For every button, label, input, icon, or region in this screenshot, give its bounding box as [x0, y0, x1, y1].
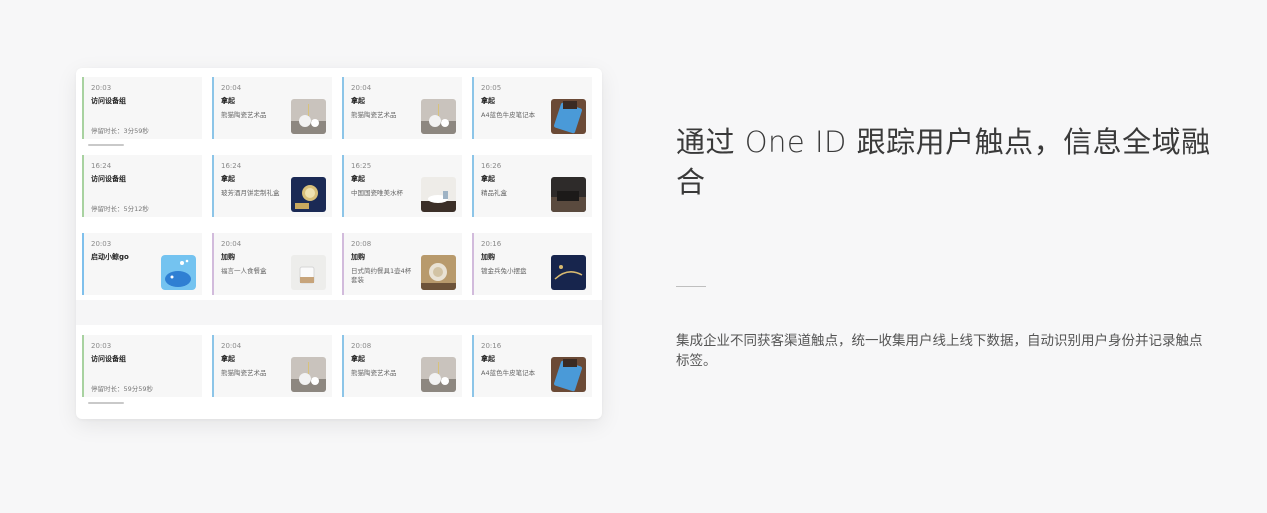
touchpoint-card[interactable]: 20:03 访问设备组 停留时长：3分59秒 [82, 77, 202, 139]
touchpoint-product: A4蓝色牛皮笔记本 [481, 111, 536, 119]
touchpoint-time: 16:26 [481, 162, 502, 170]
touchpoint-product: 镀金兵兔小摆盘 [481, 267, 527, 275]
touchpoint-time: 16:24 [221, 162, 242, 170]
touchpoint-time: 20:08 [351, 342, 372, 350]
timeline-row: 20:03 访问设备组 停留时长：59分59秒 20:04 拿起 熊猫陶瓷艺术品… [82, 335, 596, 397]
gift-box-image [551, 177, 586, 212]
timeline-row: 16:24 访问设备组 停留时长：5分12秒 16:24 拿起 玻芳酒月饼定制礼… [82, 155, 596, 217]
touchpoint-time: 20:08 [351, 240, 372, 248]
notebook-image [551, 357, 586, 392]
timeline-row: 20:03 访问设备组 停留时长：3分59秒 20:04 拿起 熊猫陶瓷艺术品 … [82, 77, 596, 139]
touchpoint-duration: 停留时长：59分59秒 [91, 385, 154, 393]
touchpoint-card[interactable]: 20:16 拿起 A4蓝色牛皮笔记本 [472, 335, 592, 397]
touchpoint-product: 福言一人食餐盒 [221, 267, 267, 275]
touchpoint-time: 20:04 [221, 240, 242, 248]
touchpoint-product: 中国国瓷唯美水杯 [351, 189, 403, 197]
touchpoint-time: 16:24 [91, 162, 112, 170]
panda-ceramic-image [291, 99, 326, 134]
touchpoint-card[interactable]: 20:08 加购 日式简约餐具1壶4杯套装 [342, 233, 462, 295]
row-separator [76, 300, 602, 325]
touchpoint-product: 熊猫陶瓷艺术品 [221, 111, 267, 119]
gold-plate-image [551, 255, 586, 290]
touchpoint-product: 熊猫陶瓷艺术品 [221, 369, 267, 377]
whale-app-icon [161, 255, 196, 290]
horizontal-scrollbar[interactable] [88, 402, 124, 404]
touchpoint-time: 20:03 [91, 84, 112, 92]
panda-ceramic-image [421, 99, 456, 134]
touchpoint-product: 精品礼盒 [481, 189, 507, 197]
touchpoint-card[interactable]: 16:25 拿起 中国国瓷唯美水杯 [342, 155, 462, 217]
touchpoint-action: 访问设备组 [91, 355, 126, 363]
touchpoint-time: 20:04 [221, 342, 242, 350]
lunch-box-image [291, 255, 326, 290]
touchpoint-card[interactable]: 20:04 加购 福言一人食餐盒 [212, 233, 332, 295]
tea-set-image [421, 255, 456, 290]
touchpoint-card[interactable]: 20:04 拿起 熊猫陶瓷艺术品 [342, 77, 462, 139]
touchpoint-time: 20:16 [481, 342, 502, 350]
touchpoint-product: 熊猫陶瓷艺术品 [351, 369, 397, 377]
touchpoint-time: 20:16 [481, 240, 502, 248]
timeline-row: 20:03 启动小鲸go 20:04 加购 福言一人食餐盒 20:08 加购 日… [82, 233, 596, 295]
touchpoint-card[interactable]: 20:05 拿起 A4蓝色牛皮笔记本 [472, 77, 592, 139]
teacup-image [421, 177, 456, 212]
touchpoint-card[interactable]: 20:03 访问设备组 停留时长：59分59秒 [82, 335, 202, 397]
touchpoint-time: 20:04 [351, 84, 372, 92]
touchpoint-card[interactable]: 20:03 启动小鲸go [82, 233, 202, 295]
touchpoint-time: 20:04 [221, 84, 242, 92]
touchpoint-card[interactable]: 20:08 拿起 熊猫陶瓷艺术品 [342, 335, 462, 397]
section-description: 集成企业不同获客渠道触点，统一收集用户线上线下数据，自动识别用户身份并记录触点标… [676, 333, 1203, 369]
panda-ceramic-image [291, 357, 326, 392]
touchpoint-action: 访问设备组 [91, 175, 126, 183]
touchpoint-duration: 停留时长：5分12秒 [91, 205, 149, 213]
touchpoint-card[interactable]: 16:24 访问设备组 停留时长：5分12秒 [82, 155, 202, 217]
touchpoint-duration: 停留时长：3分59秒 [91, 127, 149, 135]
notebook-image [551, 99, 586, 134]
touchpoint-card[interactable]: 20:16 加购 镀金兵兔小摆盘 [472, 233, 592, 295]
mooncake-box-image [291, 177, 326, 212]
touchpoint-card[interactable]: 20:04 拿起 熊猫陶瓷艺术品 [212, 335, 332, 397]
touchpoint-card[interactable]: 16:24 拿起 玻芳酒月饼定制礼盒 [212, 155, 332, 217]
horizontal-scrollbar[interactable] [88, 144, 124, 146]
touchpoint-time: 16:25 [351, 162, 372, 170]
touchpoint-timeline-panel: 20:03 访问设备组 停留时长：3分59秒 20:04 拿起 熊猫陶瓷艺术品 … [76, 68, 602, 419]
panda-ceramic-image [421, 357, 456, 392]
touchpoint-card[interactable]: 20:04 拿起 熊猫陶瓷艺术品 [212, 77, 332, 139]
heading-divider [676, 286, 706, 287]
touchpoint-product: 玻芳酒月饼定制礼盒 [221, 189, 280, 197]
touchpoint-product: A4蓝色牛皮笔记本 [481, 369, 536, 377]
touchpoint-time: 20:03 [91, 342, 112, 350]
touchpoint-action: 访问设备组 [91, 97, 126, 105]
touchpoint-product: 日式简约餐具1壶4杯套装 [351, 267, 412, 284]
touchpoint-product: 熊猫陶瓷艺术品 [351, 111, 397, 119]
touchpoint-time: 20:03 [91, 240, 112, 248]
touchpoint-card[interactable]: 16:26 拿起 精品礼盒 [472, 155, 592, 217]
section-heading: 通过 One ID 跟踪用户触点，信息全域融合 [676, 125, 1211, 199]
touchpoint-time: 20:05 [481, 84, 502, 92]
